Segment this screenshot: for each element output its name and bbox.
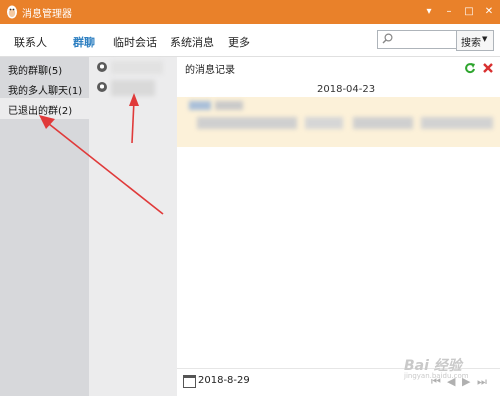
annotation-arrow-line [131,99,135,144]
watermark-url: jingyan.baidu.com [404,372,469,380]
annotation-arrows [39,93,164,215]
annotation-arrow-line [43,119,164,215]
annotation-arrowhead [129,93,139,106]
